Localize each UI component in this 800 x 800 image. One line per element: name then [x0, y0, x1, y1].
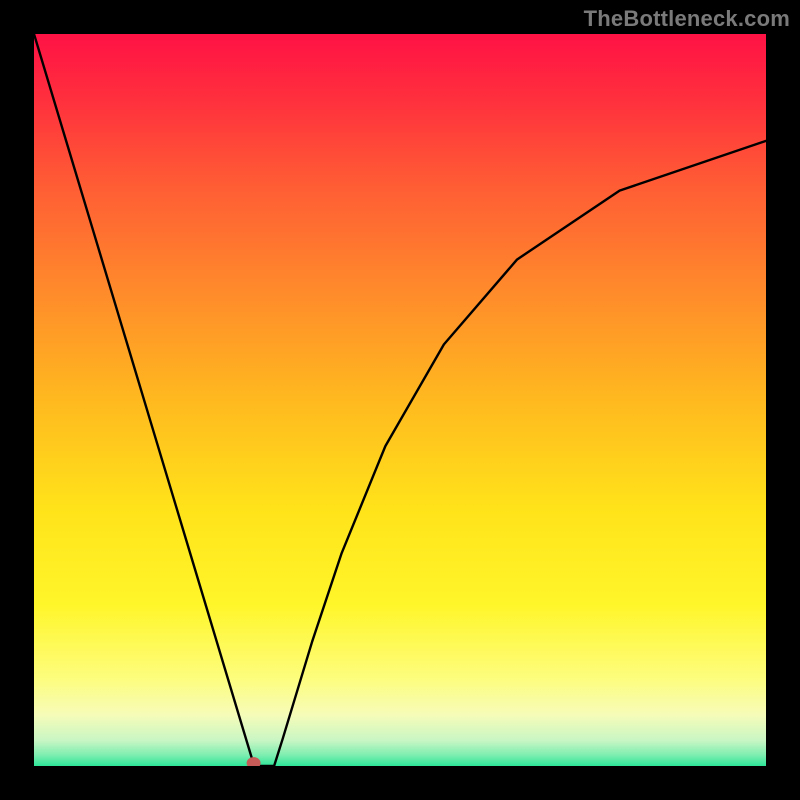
watermark-text: TheBottleneck.com	[584, 6, 790, 32]
plot-area	[34, 34, 766, 766]
chart-svg	[34, 34, 766, 766]
chart-frame: TheBottleneck.com	[0, 0, 800, 800]
